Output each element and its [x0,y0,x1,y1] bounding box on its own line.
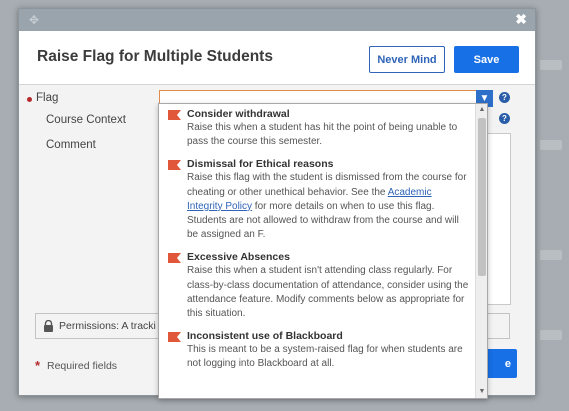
flag-help-icon[interactable]: ? [499,92,510,103]
required-fields-text: Required fields [47,360,118,372]
flag-option-consider-withdrawal[interactable]: Consider withdrawal Raise this when a st… [159,104,475,154]
option-description: Raise this flag with the student is dism… [187,171,469,242]
flag-icon [168,332,181,343]
background-text [540,140,562,150]
background-text [540,330,562,340]
flag-label: Flag [36,92,59,104]
scrollbar-thumb[interactable] [478,118,486,276]
flag-options: Consider withdrawal Raise this when a st… [159,104,475,377]
permissions-text: Permissions: A tracki [59,320,156,332]
option-title: Dismissal for Ethical reasons [187,158,334,171]
option-title: Inconsistent use of Blackboard [187,330,343,343]
option-title: Consider withdrawal [187,108,290,120]
never-mind-button[interactable]: Never Mind [369,46,445,73]
flag-option-dismissal-ethical[interactable]: Dismissal for Ethical reasons Raise this… [159,154,475,247]
course-context-label: Course Context [46,114,126,126]
lock-icon [44,320,53,332]
scroll-down-icon[interactable]: ▼ [478,388,486,396]
option-description: Raise this when a student has hit the po… [187,122,458,148]
flag-option-excessive-absences[interactable]: Excessive Absences Raise this when a stu… [159,247,475,326]
dialog-header: Raise Flag for Multiple Students Never M… [19,31,535,85]
option-title: Excessive Absences [187,251,290,264]
page-title: Raise Flag for Multiple Students [37,48,273,65]
flag-icon [168,110,181,120]
flag-dropdown-list[interactable]: Consider withdrawal Raise this when a st… [158,103,488,399]
option-description: Raise this when a student isn't attendin… [187,265,469,320]
course-context-help-icon[interactable]: ? [499,113,510,124]
scroll-up-icon[interactable]: ▲ [478,106,486,114]
required-marker: * [35,358,41,373]
flag-option-inconsistent-blackboard[interactable]: Inconsistent use of Blackboard This is m… [159,326,475,376]
dropdown-scrollbar[interactable]: ▲ ▼ [475,104,487,398]
save-button[interactable]: Save [454,46,519,73]
flag-icon [168,160,181,171]
background-text [540,250,562,260]
required-indicator [27,97,32,102]
comment-label: Comment [46,139,96,151]
dialog-titlebar: ✥ ✖ [19,9,535,31]
flag-icon [168,253,181,264]
option-description: This is meant to be a system-raised flag… [187,344,463,370]
move-icon: ✥ [29,13,40,27]
close-icon[interactable]: ✖ [515,11,527,28]
background-text [540,60,562,70]
